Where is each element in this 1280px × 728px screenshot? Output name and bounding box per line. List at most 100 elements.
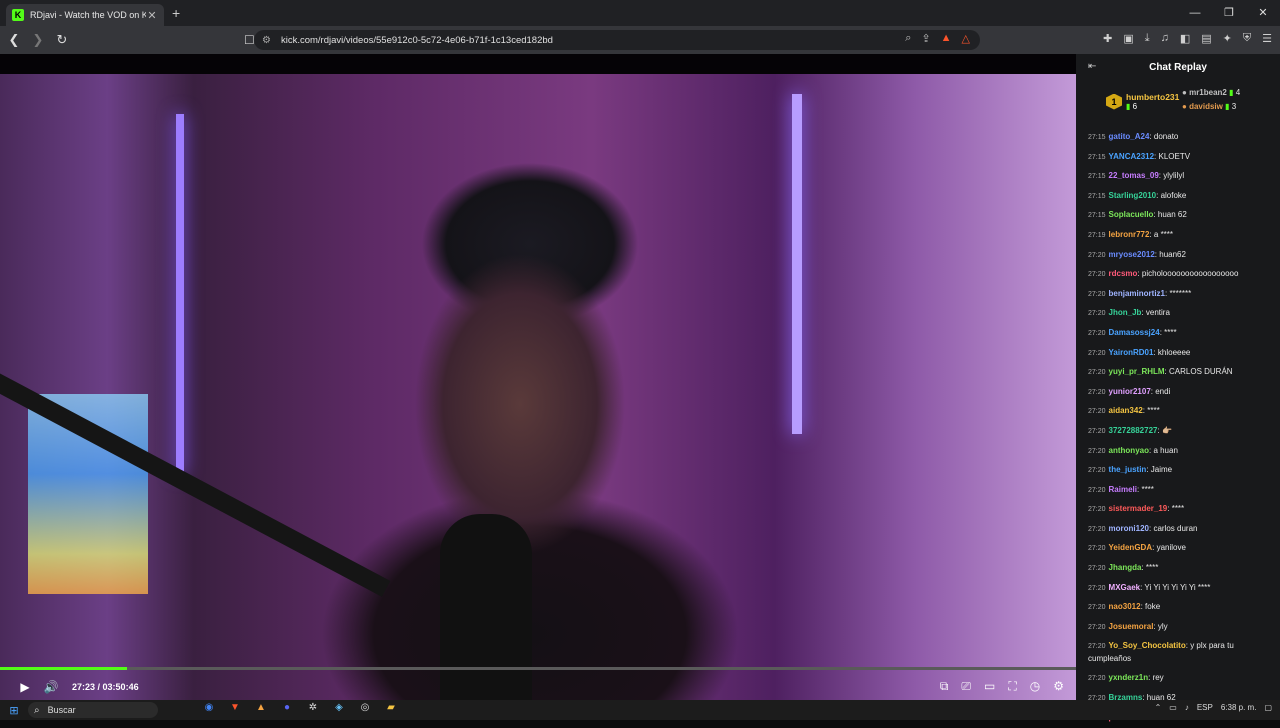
discord-icon[interactable]: ● (276, 702, 298, 718)
clock[interactable]: 6:38 p. m. (1221, 703, 1257, 712)
message-username[interactable]: Soplacuello (1109, 210, 1154, 219)
site-info-icon[interactable]: ⚙ (262, 35, 271, 46)
message-username[interactable]: Josuemoral (1109, 622, 1154, 631)
sidebar-icon[interactable]: ◧ (1180, 32, 1190, 45)
restore-button[interactable]: ❐ (1212, 0, 1246, 26)
message-username[interactable]: Starling2010 (1109, 191, 1157, 200)
message-username[interactable]: Yo_Soy_Chocolatito (1109, 641, 1186, 650)
system-tray: ⌃ ▭ ♪ ESP 6:38 p. m. ▢ (1155, 703, 1272, 712)
video-player[interactable]: ▶ 🔊 27:23 / 03:50:46 ⧉ ⎚ ▭ ⛶ ◷ ⚙ (0, 54, 1076, 700)
omnibox-actions: ⌕ ⇪ ▲ △ (905, 32, 970, 45)
forward-button[interactable]: ❯ (28, 32, 48, 48)
message-username[interactable]: Jhangda (1109, 563, 1142, 572)
message-username[interactable]: yunior2107 (1109, 387, 1151, 396)
message-username[interactable]: sistermader_19 (1109, 504, 1168, 513)
language-indicator[interactable]: ESP (1197, 703, 1213, 712)
clip-icon[interactable]: ⎚ (961, 679, 971, 694)
message-username[interactable]: aidan342 (1109, 406, 1143, 415)
media-icon[interactable]: ♫ (1161, 32, 1169, 45)
share-icon[interactable]: ⇪ (921, 32, 930, 45)
taskbar-search[interactable]: ⌕ Buscar (28, 702, 158, 718)
message-timestamp: 27:20 (1088, 447, 1106, 455)
message-username[interactable]: YeidenGDA (1109, 543, 1153, 552)
capture-icon[interactable]: ▣ (1123, 32, 1133, 45)
message-username[interactable]: benjaminortiz1 (1109, 289, 1165, 298)
pip-icon[interactable]: ⧉ (940, 679, 949, 694)
chat-message: 27:20 Jhangda: **** (1088, 563, 1159, 573)
steam-icon[interactable]: ◈ (328, 702, 350, 718)
message-username[interactable]: anthonyao (1109, 446, 1149, 455)
brave-rewards-icon[interactable]: △ (962, 32, 970, 45)
chat-message: 27:20 yunior2107: endi (1088, 386, 1171, 396)
message-username[interactable]: nao3012 (1109, 602, 1141, 611)
obs-icon[interactable]: ◎ (354, 702, 376, 718)
zoom-icon[interactable]: ⌕ (905, 32, 911, 45)
volume-icon[interactable]: 🔊 (38, 680, 64, 694)
settings-icon[interactable]: ⚙ (1053, 679, 1064, 694)
volume-tray-icon[interactable]: ♪ (1185, 703, 1189, 712)
gift-leaderboard: 1 humberto231 ▮ 6 ● mr1bean2 ▮ 4 ● david… (1076, 80, 1280, 126)
windows-start-icon[interactable]: ⊞ (0, 704, 28, 717)
tray-chevron-icon[interactable]: ⌃ (1155, 703, 1162, 712)
app-icon[interactable]: ▲ (250, 702, 272, 718)
downloads-icon[interactable]: ⤓ (1145, 32, 1150, 45)
player-controls: ▶ 🔊 27:23 / 03:50:46 ⧉ ⎚ ▭ ⛶ ◷ ⚙ (0, 674, 1076, 700)
message-username[interactable]: MXGaek (1109, 583, 1141, 592)
brave-shields-icon[interactable]: ▲ (941, 32, 952, 45)
vpn-icon[interactable]: ⛨ (1243, 32, 1251, 45)
message-username[interactable]: the_justin (1109, 465, 1147, 474)
playback-speed-icon[interactable]: ◷ (1030, 679, 1040, 694)
theater-mode-icon[interactable]: ▭ (984, 679, 995, 694)
message-username[interactable]: 37272882727 (1109, 426, 1158, 435)
time-separator: / (95, 682, 103, 692)
message-username[interactable]: yxnderz1n (1109, 673, 1149, 682)
new-tab-button[interactable]: + (172, 5, 180, 21)
message-username[interactable]: Jhon_Jb (1109, 308, 1142, 317)
message-username[interactable]: 22_tomas_09 (1109, 171, 1159, 180)
leo-icon[interactable]: ✦ (1223, 32, 1232, 45)
leaderboard-second[interactable]: ● mr1bean2 ▮ 4 (1182, 88, 1240, 97)
video-frame[interactable] (0, 74, 1076, 700)
chat-message: 27:20 sistermader_19: **** (1088, 504, 1185, 514)
message-username[interactable]: gatito_A24 (1109, 132, 1150, 141)
leaderboard-first[interactable]: 1 humberto231 ▮ 6 (1106, 92, 1179, 111)
message-text: ******* (1169, 288, 1192, 298)
chrome-icon[interactable]: ◉ (198, 702, 220, 718)
brave-icon[interactable]: ▼ (224, 702, 246, 718)
chat-title: Chat Replay (1149, 61, 1207, 73)
menu-icon[interactable]: ☰ (1262, 32, 1272, 45)
wallet-icon[interactable]: ▤ (1201, 32, 1211, 45)
app-icon[interactable]: ✲ (302, 702, 324, 718)
leader-name: mr1bean2 (1189, 88, 1227, 97)
message-username[interactable]: YANCA2312 (1109, 152, 1155, 161)
message-timestamp: 27:20 (1088, 675, 1106, 683)
close-window-button[interactable]: ✕ (1246, 0, 1280, 26)
notifications-icon[interactable]: ▢ (1264, 703, 1272, 712)
reload-button[interactable]: ↻ (52, 32, 72, 48)
leaderboard-third[interactable]: ● davidsiw ▮ 3 (1182, 102, 1236, 111)
address-bar[interactable]: ⚙ kick.com/rdjavi/videos/55e912c0-5c72-4… (254, 30, 980, 50)
message-username[interactable]: Raimeli (1109, 485, 1137, 494)
message-username[interactable]: rdcsmo (1109, 269, 1138, 278)
chat-message: 27:15 gatito_A24: donato (1088, 132, 1179, 141)
progress-bar[interactable] (0, 667, 1076, 670)
browser-tab[interactable]: K RDjavi - Watch the VOD on Kick ✕ (6, 4, 164, 26)
message-username[interactable]: yuyi_pr_RHLM (1109, 367, 1165, 376)
network-icon[interactable]: ▭ (1169, 703, 1177, 712)
fullscreen-icon[interactable]: ⛶ (1008, 679, 1016, 694)
minimize-button[interactable]: — (1178, 0, 1212, 26)
play-icon[interactable]: ▶ (12, 680, 38, 694)
message-username[interactable]: mryose2012 (1109, 250, 1155, 259)
message-timestamp: 27:20 (1088, 506, 1106, 514)
message-timestamp: 27:20 (1088, 565, 1106, 573)
extensions-icon[interactable]: ✚ (1103, 32, 1112, 45)
tab-close-icon[interactable]: ✕ (146, 9, 158, 22)
message-username[interactable]: YaironRD01 (1109, 348, 1154, 357)
message-username[interactable]: Damasossj24 (1109, 328, 1160, 337)
file-explorer-icon[interactable]: ▰ (380, 702, 402, 718)
collapse-chat-icon[interactable]: ⇤ (1088, 61, 1096, 72)
back-button[interactable]: ❮ (4, 32, 24, 48)
message-username[interactable]: moroni120 (1109, 524, 1149, 533)
os-taskbar: ⊞ ⌕ Buscar ◉ ▼ ▲ ● ✲ ◈ ◎ ▰ ⌃ ▭ ♪ ESP 6:3… (0, 700, 1280, 720)
message-username[interactable]: lebronr772 (1109, 230, 1150, 239)
